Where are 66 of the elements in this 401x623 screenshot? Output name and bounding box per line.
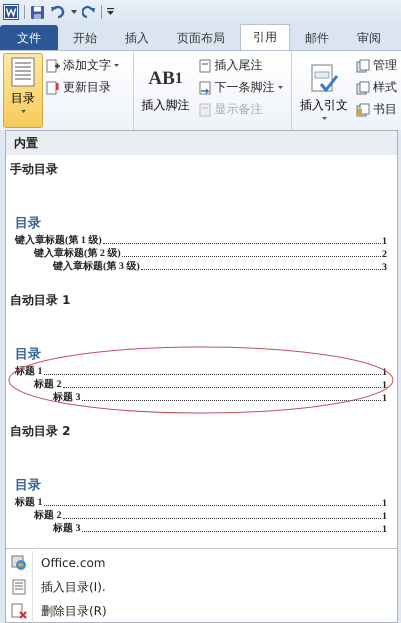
ribbon-small-button[interactable]: 添加文字: [45, 55, 120, 76]
ribbon-tab[interactable]: 引用: [240, 24, 290, 50]
document-icon: [198, 102, 212, 116]
ribbon-tab[interactable]: 邮件: [292, 25, 342, 50]
gallery-item-title: 手动目录: [10, 161, 59, 178]
delete-document-icon: [11, 603, 27, 619]
add-document-icon: [46, 58, 60, 72]
ribbon-small-button[interactable]: 管理: [355, 55, 398, 76]
toc-page-number: 1: [382, 380, 387, 391]
menu-item[interactable]: Office.com: [41, 556, 106, 570]
ribbon-small-button[interactable]: 插入尾注: [196, 55, 284, 76]
dropdown-arrow-icon[interactable]: [71, 10, 77, 14]
ribbon-tab[interactable]: 插入: [112, 25, 162, 50]
toc-heading: 目录: [15, 214, 41, 232]
toc-page-number: 2: [382, 249, 387, 260]
undo-icon[interactable]: [50, 5, 66, 19]
toc-page-number: 3: [382, 262, 387, 273]
globe-document-icon: [11, 555, 27, 571]
document-alert-icon: [46, 80, 60, 94]
ribbon-small-button[interactable]: 下一条脚注: [196, 77, 284, 98]
ribbon-small-button[interactable]: 书目: [355, 99, 398, 120]
toc-button[interactable]: 目录: [3, 53, 43, 128]
toc-entry-text: 标题 1: [15, 496, 42, 509]
word-logo-icon[interactable]: [3, 4, 19, 20]
ribbon-tab[interactable]: 页面布局: [164, 25, 238, 50]
menu-item[interactable]: 插入目录(I).: [41, 578, 106, 596]
toc-heading: 目录: [15, 345, 41, 363]
caret-icon: [322, 117, 326, 120]
toc-entry-text: 标题 3: [53, 522, 80, 535]
document-list-icon: [11, 57, 35, 87]
documents-icon: [356, 58, 370, 72]
ribbon-small-button[interactable]: 样式: [355, 77, 398, 98]
toc-preview[interactable]: 目录 标题 1 1 标题 2 1 标题 3 1: [10, 476, 393, 535]
documents-icon: [356, 80, 370, 94]
gallery-header: 内置: [6, 131, 397, 155]
toc-page-number: 1: [382, 498, 387, 509]
ribbon-tab[interactable]: 开始: [60, 25, 110, 50]
toc-page-number: 1: [382, 393, 387, 404]
redo-icon[interactable]: [82, 5, 96, 19]
document-icon: [12, 579, 26, 595]
toc-heading: 目录: [15, 476, 41, 494]
toc-entry-text: 标题 2: [34, 378, 62, 391]
documents-icon: [356, 102, 370, 116]
toc-preview[interactable]: 目录 键入章标题(第 1 级) 1 键入章标题(第 2 级) 2 键入章标题(第 3 级) 3: [10, 214, 393, 273]
toc-page-number: 1: [382, 524, 387, 535]
ribbon-tab[interactable]: 文件: [0, 25, 58, 50]
customize-toolbar-icon[interactable]: [107, 8, 114, 16]
toc-entry-text: 键入章标题(第 1 级): [15, 233, 102, 247]
insert-citation-button[interactable]: 插入引文: [295, 53, 353, 128]
menu-item[interactable]: 删除目录(R): [41, 602, 107, 620]
caret-icon: [278, 86, 283, 89]
gallery-item-title: 自动目录 1: [10, 292, 72, 309]
toc-entry-text: 标题 2: [34, 508, 62, 522]
caret-icon: [20, 110, 26, 113]
ribbon-small-button[interactable]: 更新目录: [45, 77, 120, 98]
toc-page-number: 1: [382, 511, 387, 522]
ribbon-tab[interactable]: 审阅: [344, 25, 394, 50]
caret-icon: [114, 64, 119, 67]
toc-entry-text: 键入章标题(第 2 级): [34, 246, 121, 260]
document-icon: [198, 58, 212, 72]
save-icon[interactable]: [30, 4, 45, 20]
gallery-item-title: 自动目录 2: [10, 423, 72, 440]
document-check-icon: [309, 64, 339, 94]
toc-entry-text: 键入章标题(第 3 级): [53, 259, 140, 273]
toc-entry-text: 标题 3: [53, 390, 80, 404]
toc-page-number: 1: [382, 236, 387, 247]
